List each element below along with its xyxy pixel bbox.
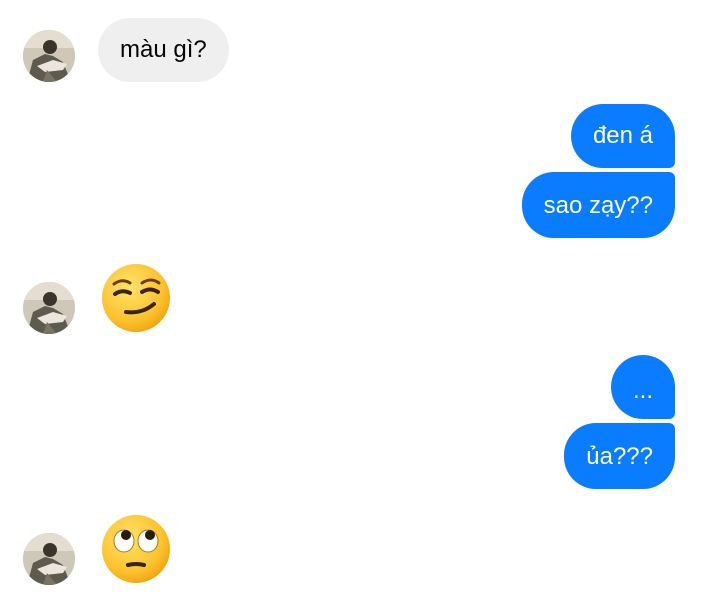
contact-avatar[interactable]: [23, 533, 75, 585]
contact-avatar[interactable]: [23, 282, 75, 334]
face-with-rolling-eyes-emoji-icon[interactable]: [100, 513, 172, 585]
outgoing-message-bubble[interactable]: đen á: [570, 104, 675, 168]
smirking-face-emoji-icon[interactable]: [100, 262, 172, 334]
outgoing-message-bubble[interactable]: sao zạy??: [521, 172, 675, 238]
avatar-photo: [23, 533, 75, 585]
incoming-message-bubble[interactable]: màu gì?: [98, 18, 229, 82]
outgoing-message-bubble[interactable]: ...: [610, 355, 675, 419]
avatar-photo: [23, 282, 75, 334]
avatar-photo: [23, 30, 75, 82]
contact-avatar[interactable]: [23, 30, 75, 82]
outgoing-message-bubble[interactable]: ủa???: [564, 423, 675, 489]
